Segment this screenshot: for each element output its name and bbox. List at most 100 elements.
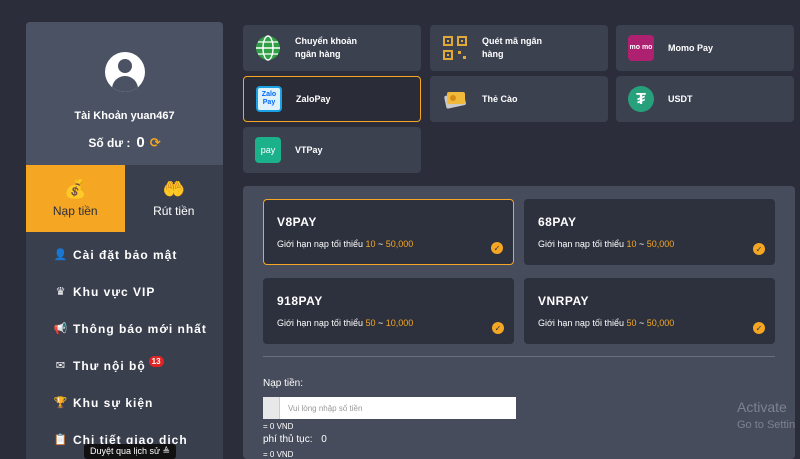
tab-deposit-label: Nạp tiền [52,203,98,218]
amount-input-wrapper [263,397,516,419]
method-label: ZaloPay [296,93,331,104]
momo-logo-icon: mo mo [628,35,654,61]
gateway-v8pay[interactable]: V8PAY Giới hạn nạp tối thiểu 10 ~ 50,000… [263,199,514,265]
method-momo[interactable]: mo mo Momo Pay [616,25,794,71]
menu-item-mail[interactable]: ✉ Thư nội bộ 13 [26,347,223,384]
menu-item-label: Khu vực VIP [73,284,156,299]
menu-item-events[interactable]: 🏆 Khu sự kiện [26,384,223,421]
balance-label: Số dư : [88,135,131,150]
limit-sep: ~ [375,318,386,328]
limit-min: 50 [365,318,376,328]
limit-max: 10,000 [385,318,414,328]
fee-value: 0 [321,434,327,445]
vtpay-logo-icon: pay [255,137,281,163]
menu-item-vip[interactable]: ♛ Khu vực VIP [26,273,223,310]
limit-max: 50,000 [385,239,414,249]
method-bank-transfer[interactable]: Chuyển khoản ngân hàng [243,25,421,71]
qr-code-icon [442,35,468,61]
gateway-limit: Giới hạn nạp tối thiểu 50 ~ 10,000 [277,318,514,328]
input-prefix [263,397,280,419]
refresh-icon[interactable]: ⟳ [150,135,161,151]
mail-count-badge: 13 [148,356,164,367]
avatar-icon[interactable] [104,52,145,92]
balance-value: 0 [136,134,145,151]
sidebar-menu: 👤 Cài đặt bảo mật ♛ Khu vực VIP 📢 Thông … [26,232,223,458]
watermark-line2: Go to Settin [737,419,796,431]
limit-min: 10 [626,239,637,249]
watermark-line1: Activate [737,399,787,415]
money-bag-icon: 💰 [64,178,87,199]
tab-withdraw-label: Rút tiền [153,203,195,218]
menu-item-label: Thư nội bộ [73,358,146,373]
gateway-vnrpay[interactable]: VNRPAY Giới hạn nạp tối thiểu 50 ~ 50,00… [524,278,775,344]
method-label-line1: Chuyển khoản [295,36,358,46]
menu-item-label: Khu sự kiện [73,395,154,410]
amount-label: Nạp tiền: [263,378,304,389]
gateway-limit: Giới hạn nạp tối thiểu 10 ~ 50,000 [277,239,513,249]
balance: Số dư : 0 ⟳ [88,134,160,151]
method-label-line1: Quét mã ngân [482,36,543,46]
method-label-line2: ngân hàng [295,49,341,59]
gateway-name: 68PAY [538,215,577,229]
withdraw-hand-icon: 🤲 [162,178,185,199]
tab-deposit[interactable]: 💰 Nạp tiền [26,165,125,232]
gateway-name: VNRPAY [538,294,590,308]
gateway-limit: Giới hạn nạp tối thiểu 50 ~ 50,000 [538,318,775,328]
divider [263,356,775,357]
limit-label: Giới hạn nạp tối thiểu [277,239,363,249]
method-label: Thẻ Cào [482,93,518,104]
profile-card: Tài Khoản yuan467 Số dư : 0 ⟳ [26,22,223,165]
method-label-line2: hàng [482,49,504,59]
menu-item-news[interactable]: 📢 Thông báo mới nhất [26,310,223,347]
deposit-withdraw-tabs: 💰 Nạp tiền 🤲 Rút tiền [26,165,223,232]
gateway-name: 918PAY [277,294,323,308]
method-usdt[interactable]: ₮ USDT [616,76,794,122]
user-settings-icon: 👤 [53,249,69,261]
megaphone-icon: 📢 [53,323,69,335]
tether-icon: ₮ [628,86,654,112]
deposit-panel: V8PAY Giới hạn nạp tối thiểu 10 ~ 50,000… [243,186,795,459]
check-icon: ✓ [753,322,765,334]
limit-max: 50,000 [646,239,675,249]
check-icon: ✓ [491,242,503,254]
method-scratch-card[interactable]: Thẻ Cào [430,76,608,122]
trophy-icon: 🏆 [53,397,69,409]
check-icon: ✓ [492,322,504,334]
limit-sep: ~ [636,239,647,249]
limit-sep: ~ [636,318,647,328]
sidebar: Tài Khoản yuan467 Số dư : 0 ⟳ 💰 Nạp tiền… [26,22,223,459]
menu-item-label: Cài đặt bảo mật [73,247,178,262]
method-qr-bank[interactable]: Quét mã ngân hàng [430,25,608,71]
gateway-limit: Giới hạn nạp tối thiểu 10 ~ 50,000 [538,239,775,249]
limit-label: Giới hạn nạp tối thiểu [538,239,624,249]
zalopay-logo-icon: Zalo Pay [256,86,282,112]
method-label: Momo Pay [668,42,714,53]
fee-vnd: = 0 VND [263,450,294,459]
method-zalopay[interactable]: Zalo Pay ZaloPay [243,76,421,122]
limit-max: 50,000 [646,318,675,328]
activation-watermark: Activate Go to Settin [737,398,795,434]
limit-sep: ~ [375,239,386,249]
check-icon: ✓ [753,243,765,255]
limit-min: 50 [626,318,637,328]
fee-label: phí thủ tục: [263,434,313,445]
tab-withdraw[interactable]: 🤲 Rút tiền [124,165,223,232]
globe-icon [255,35,281,61]
crown-icon: ♛ [55,286,67,298]
mail-icon: ✉ [55,360,67,372]
gateway-918pay[interactable]: 918PAY Giới hạn nạp tối thiểu 50 ~ 10,00… [263,278,514,344]
limit-min: 10 [365,239,376,249]
menu-item-security[interactable]: 👤 Cài đặt bảo mật [26,236,223,273]
gateway-68pay[interactable]: 68PAY Giới hạn nạp tối thiểu 10 ~ 50,000… [524,199,775,265]
menu-item-label: Thông báo mới nhất [73,321,207,336]
amount-input[interactable] [280,397,516,419]
method-label: USDT [668,93,693,104]
limit-label: Giới hạn nạp tối thiểu [277,318,363,328]
history-tooltip: Duyệt qua lịch sử ≜ [84,444,177,459]
method-label: VTPay [295,144,323,155]
limit-label: Giới hạn nạp tối thiểu [538,318,624,328]
clipboard-icon: 📋 [53,434,69,446]
account-name: Tài Khoản yuan467 [74,110,175,122]
method-vtpay[interactable]: pay VTPay [243,127,421,173]
card-icon [442,86,468,112]
